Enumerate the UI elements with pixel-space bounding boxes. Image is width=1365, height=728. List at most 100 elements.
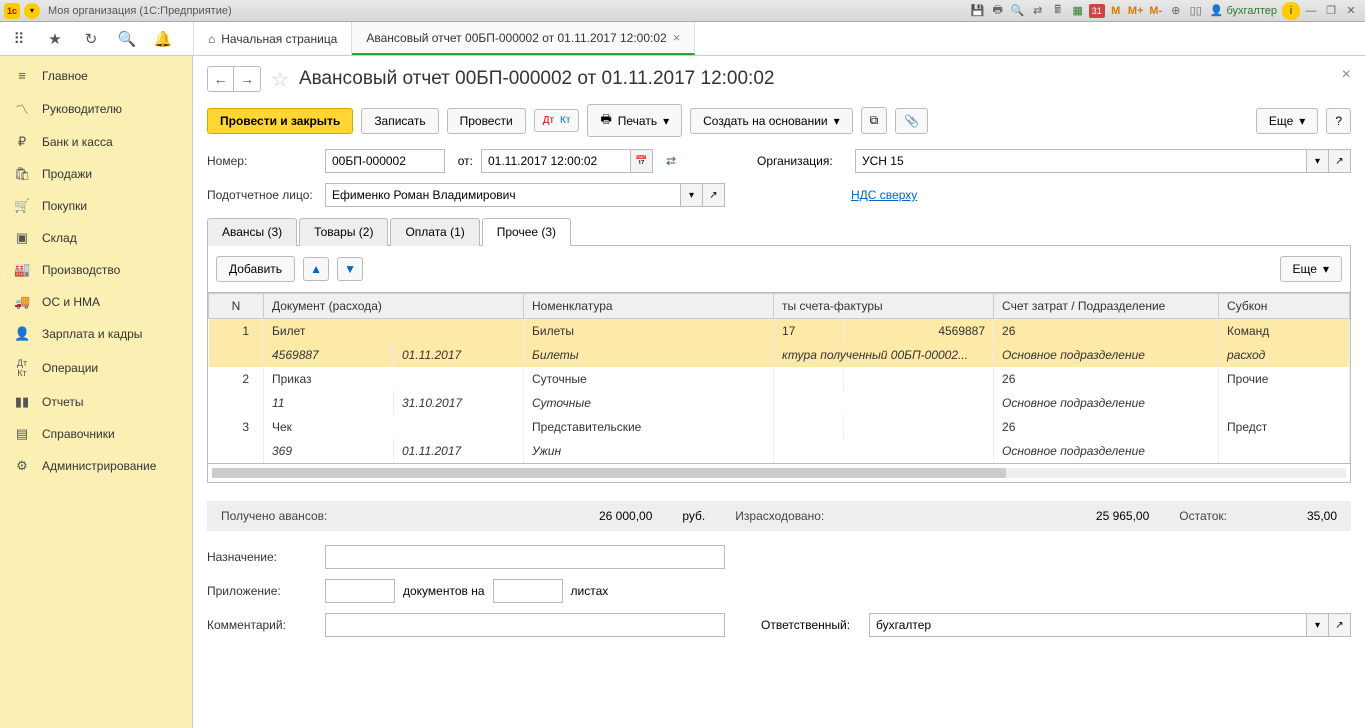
table-row-sub[interactable]: 456988701.11.2017Билетыктура полученный … <box>209 343 1350 367</box>
sidebar-item-operations[interactable]: ДтКтОперации <box>0 350 192 386</box>
search-icon[interactable]: 🔍 <box>118 30 136 48</box>
person-dropd -icon[interactable]: ▾ <box>681 183 703 207</box>
calendar-picker-icon[interactable]: 📅 <box>631 149 653 173</box>
sidebar-item-purchases[interactable]: 🛒Покупки <box>0 190 192 222</box>
col-account[interactable]: Счет затрат / Подразделение <box>994 294 1219 319</box>
col-nomenclature[interactable]: Номенклатура <box>524 294 774 319</box>
add-row-button[interactable]: Добавить <box>216 256 295 282</box>
dtkt-button[interactable]: ДтКт <box>534 109 580 132</box>
close-window-icon[interactable]: ✕ <box>1342 2 1360 20</box>
close-document-icon[interactable]: × <box>1342 66 1351 84</box>
attach-docs-input[interactable] <box>325 579 395 603</box>
nav-forward-icon[interactable]: → <box>234 67 260 91</box>
tab-other[interactable]: Прочее (3) <box>482 218 571 246</box>
sidebar-item-admin[interactable]: ⚙Администрирование <box>0 450 192 482</box>
structure-button[interactable]: ⧉ <box>861 107 888 134</box>
preview-icon[interactable]: 🔍 <box>1009 2 1027 20</box>
rest-value: 35,00 <box>1307 509 1337 523</box>
panels-icon[interactable]: ▯▯ <box>1187 2 1205 20</box>
favorites-icon[interactable]: ★ <box>46 30 64 48</box>
tab-document[interactable]: Авансовый отчет 00БП-000002 от 01.11.201… <box>352 22 695 55</box>
sidebar-item-bank[interactable]: ₽Банк и касса <box>0 126 192 158</box>
tab-payment[interactable]: Оплата (1) <box>390 218 479 246</box>
app-logo-icon: 1c <box>4 3 20 19</box>
person-label: Подотчетное лицо: <box>207 188 317 202</box>
number-label: Номер: <box>207 154 317 168</box>
memory-m-icon[interactable]: M <box>1107 2 1125 20</box>
current-user[interactable]: 👤 бухгалтер <box>1210 4 1277 17</box>
number-input[interactable] <box>325 149 445 173</box>
boxes-icon: ▣ <box>14 230 30 246</box>
sidebar-item-manager[interactable]: 〽Руководителю <box>0 91 192 126</box>
sidebar-item-salary[interactable]: 👤Зарплата и кадры <box>0 318 192 350</box>
tab-goods[interactable]: Товары (2) <box>299 218 388 246</box>
save-icon[interactable]: 💾 <box>969 2 987 20</box>
person-open-icon[interactable]: ↗ <box>703 183 725 207</box>
create-based-button[interactable]: Создать на основании▾ <box>690 108 853 134</box>
info-icon[interactable]: i <box>1282 2 1300 20</box>
responsible-dropdown-icon[interactable]: ▾ <box>1307 613 1329 637</box>
person-input[interactable] <box>325 183 681 207</box>
tab-home[interactable]: ⌂ Начальная страница <box>193 22 352 55</box>
help-button[interactable]: ? <box>1326 108 1351 134</box>
print-icon[interactable]: 🖶 <box>989 2 1007 20</box>
menu-icon: ≡ <box>14 68 30 83</box>
org-open-icon[interactable]: ↗ <box>1329 149 1351 173</box>
print-button[interactable]: 🖶Печать▾ <box>587 104 682 137</box>
table-row-sub[interactable]: 1131.10.2017СуточныеОсновное подразделен… <box>209 391 1350 415</box>
summary-bar: Получено авансов: 26 000,00 руб. Израсхо… <box>207 501 1351 531</box>
nav-back-icon[interactable]: ← <box>208 67 234 91</box>
col-subkonto[interactable]: Субкон <box>1219 294 1350 319</box>
more-button[interactable]: Еще▾ <box>1256 108 1318 134</box>
grid-more-button[interactable]: Еще▾ <box>1280 256 1342 282</box>
col-document[interactable]: Документ (расхода) <box>264 294 524 319</box>
sidebar-item-reports[interactable]: ▮▮Отчеты <box>0 386 192 418</box>
date-input[interactable] <box>481 149 631 173</box>
compare-icon[interactable]: ⇄ <box>1029 2 1047 20</box>
sidebar-item-warehouse[interactable]: ▣Склад <box>0 222 192 254</box>
comment-input[interactable] <box>325 613 725 637</box>
table-row[interactable]: 2ПриказСуточные26Прочие <box>209 367 1350 391</box>
post-and-close-button[interactable]: Провести и закрыть <box>207 108 353 134</box>
col-n[interactable]: N <box>209 294 264 319</box>
apps-grid-icon[interactable]: ⠿ <box>10 30 28 48</box>
org-dropdown-icon[interactable]: ▾ <box>1307 149 1329 173</box>
sidebar-item-sales[interactable]: 🛍Продажи <box>0 158 192 190</box>
minimize-icon[interactable]: — <box>1302 2 1320 20</box>
table-row[interactable]: 1БилетБилеты17456988726Команд <box>209 319 1350 344</box>
responsible-input[interactable] <box>869 613 1307 637</box>
post-button[interactable]: Провести <box>447 108 526 134</box>
responsible-open-icon[interactable]: ↗ <box>1329 613 1351 637</box>
table-row-sub[interactable]: 36901.11.2017УжинОсновное подразделение <box>209 439 1350 463</box>
app-menu-icon[interactable]: ▾ <box>24 3 40 19</box>
attach-sheets-input[interactable] <box>493 579 563 603</box>
move-up-button[interactable]: ▲ <box>303 257 329 281</box>
sidebar-item-main[interactable]: ≡Главное <box>0 60 192 91</box>
tab-home-label: Начальная страница <box>221 32 337 46</box>
zoom-icon[interactable]: ⊕ <box>1167 2 1185 20</box>
date-icon[interactable]: 31 <box>1089 4 1105 18</box>
write-button[interactable]: Записать <box>361 108 438 134</box>
memory-mminus-icon[interactable]: M- <box>1147 2 1165 20</box>
table-row[interactable]: 3ЧекПредставительские26Предст <box>209 415 1350 439</box>
history-icon[interactable]: ↻ <box>82 30 100 48</box>
sidebar-item-catalogs[interactable]: ▤Справочники <box>0 418 192 450</box>
sidebar-item-production[interactable]: 🏭Производство <box>0 254 192 286</box>
purpose-input[interactable] <box>325 545 725 569</box>
grid-horizontal-scrollbar[interactable] <box>207 464 1351 483</box>
move-down-button[interactable]: ▼ <box>337 257 363 281</box>
sidebar-item-assets[interactable]: 🚚ОС и НМА <box>0 286 192 318</box>
maximize-icon[interactable]: ❐ <box>1322 2 1340 20</box>
notifications-icon[interactable]: 🔔 <box>154 30 172 48</box>
bars-icon: ▮▮ <box>14 394 30 410</box>
favorite-star-icon[interactable]: ☆ <box>271 67 289 92</box>
calc-icon[interactable]: 🖩 <box>1049 2 1067 20</box>
org-input[interactable] <box>855 149 1307 173</box>
col-invoice[interactable]: ты счета-фактуры <box>774 294 994 319</box>
calendar-icon[interactable]: ▦ <box>1069 2 1087 20</box>
tab-advances[interactable]: Авансы (3) <box>207 218 297 246</box>
vat-link[interactable]: НДС сверху <box>851 188 917 202</box>
tab-close-icon[interactable]: × <box>673 30 681 45</box>
attachment-button[interactable]: 📎 <box>895 108 928 134</box>
memory-mplus-icon[interactable]: M+ <box>1127 2 1145 20</box>
